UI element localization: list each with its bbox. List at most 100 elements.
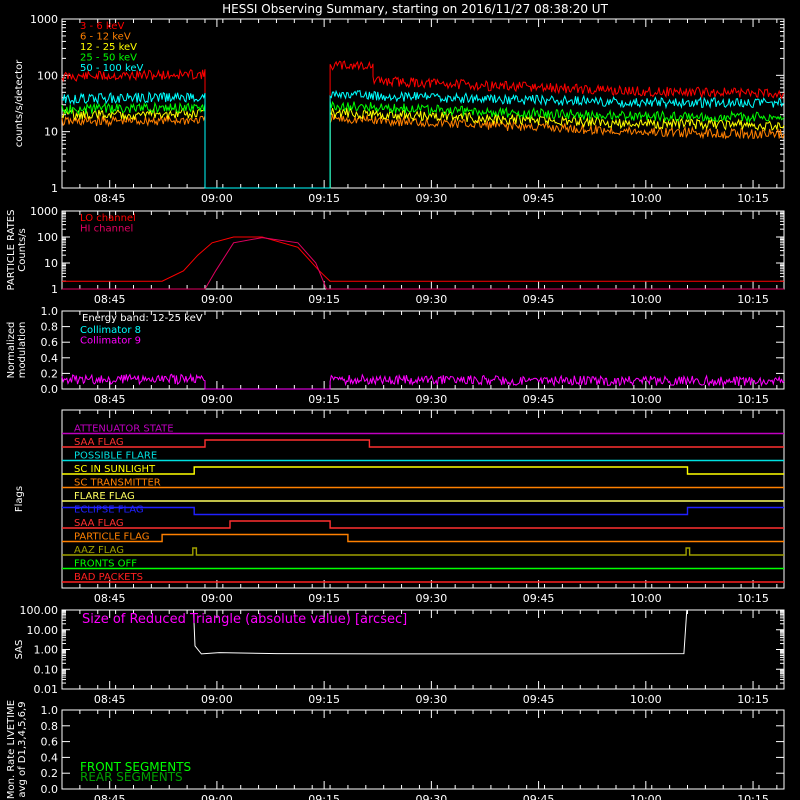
- flag-label: FRONTS OFF: [74, 559, 137, 570]
- y-tick-label: 0.6: [41, 336, 59, 349]
- flag-line: [62, 439, 784, 448]
- x-tick-label: 09:15: [308, 192, 340, 205]
- y-tick-label: 10.00: [27, 624, 59, 637]
- y-tick-label: 1: [51, 283, 58, 296]
- flag-line: [62, 520, 784, 529]
- flag-line: [62, 533, 784, 543]
- x-tick-label: 09:30: [416, 192, 448, 205]
- y-tick-label: 10: [44, 257, 58, 270]
- series-line: [62, 236, 784, 282]
- flag-label: BAD PACKETS: [74, 572, 143, 583]
- y-axis-label: counts/s/detector: [14, 59, 25, 147]
- y-tick-label: 0.0: [41, 783, 59, 796]
- panel-particle-rates: 1 10 100 1000 08:45 09:00 09:15 09:30 09:45 10:00…: [6, 205, 785, 306]
- y-tick-label: 0.6: [41, 736, 59, 749]
- x-tick-label: 09:00: [201, 192, 233, 205]
- x-tick-label: 10:00: [630, 293, 662, 306]
- legend-entry: LO channel: [80, 213, 136, 224]
- x-tick-label: 09:30: [416, 693, 448, 706]
- x-tick-label: 10:00: [630, 393, 662, 406]
- x-tick-label: 10:00: [630, 192, 662, 205]
- x-tick-label: 09:00: [201, 293, 233, 306]
- x-tick-label: 10:15: [737, 293, 769, 306]
- flag-label: SAA FLAG: [74, 437, 124, 448]
- x-tick-label: 09:30: [416, 293, 448, 306]
- flag-label: SAA FLAG: [74, 518, 124, 529]
- y-tick-label: 0.10: [34, 663, 59, 676]
- y-axis-label: SAS: [14, 640, 25, 660]
- x-tick-label: 09:00: [201, 592, 233, 605]
- x-tick-label: 08:45: [94, 592, 126, 605]
- x-tick-label: 09:45: [523, 793, 555, 800]
- flag-label: SC TRANSMITTER: [74, 478, 161, 489]
- x-tick-label: 09:15: [308, 293, 340, 306]
- x-tick-label: 08:45: [94, 192, 126, 205]
- y-tick-label: 0.8: [41, 720, 59, 733]
- flag-label: SC IN SUNLIGHT: [74, 464, 156, 475]
- y-tick-label: 1.00: [34, 644, 59, 657]
- x-tick-label: 08:45: [94, 693, 126, 706]
- x-tick-label: 09:15: [308, 393, 340, 406]
- y-axis-label: avg of D1,3,4,5,6,9: [17, 701, 28, 797]
- x-tick-label: 09:30: [416, 592, 448, 605]
- annotation-label: Size of Reduced Triangle (absolute value…: [82, 612, 407, 627]
- figure-title: HESSI Observing Summary, starting on 201…: [222, 2, 608, 16]
- x-tick-label: 09:45: [523, 693, 555, 706]
- x-tick-label: 08:45: [94, 793, 126, 800]
- x-tick-label: 09:00: [201, 793, 233, 800]
- y-tick-label: 100: [37, 69, 58, 82]
- y-axis-label: Mon. Rate LIVETIME: [6, 700, 17, 799]
- flag-label: AAZ FLAG: [74, 545, 124, 556]
- y-axis-label: PARTICLE RATES: [6, 210, 17, 291]
- legend-entry: 6 - 12 keV: [80, 32, 131, 43]
- x-tick-label: 09:45: [523, 192, 555, 205]
- y-tick-label: 0.8: [41, 321, 59, 334]
- legend-entry: Collimator 8: [80, 325, 141, 336]
- flag-line: [62, 547, 784, 556]
- y-tick-label: 1.0: [41, 305, 59, 318]
- y-axis-label: Counts/s: [17, 228, 28, 272]
- flag-label: POSSIBLE FLARE: [74, 451, 157, 462]
- y-tick-label: 0.4: [41, 352, 59, 365]
- y-tick-label: 1.0: [41, 704, 59, 717]
- x-tick-label: 10:15: [737, 393, 769, 406]
- x-tick-label: 10:15: [737, 793, 769, 800]
- flag-label: FLARE FLAG: [74, 491, 135, 502]
- x-tick-label: 09:45: [523, 592, 555, 605]
- flag-line: [62, 466, 784, 475]
- flag-line: [62, 506, 784, 516]
- y-axis-label: Normalized: [6, 322, 17, 379]
- panel-flags: 08:45 09:00 09:15 09:30 09:45 10:00 10:15 Flags…: [14, 409, 785, 605]
- legend-entry: REAR SEGMENTS: [80, 770, 183, 784]
- x-tick-label: 10:00: [630, 592, 662, 605]
- legend-entry: 25 - 50 keV: [80, 53, 137, 64]
- flag-label: ATTENUATOR STATE: [74, 424, 174, 435]
- x-tick-label: 09:00: [201, 693, 233, 706]
- x-tick-label: 09:45: [523, 293, 555, 306]
- x-tick-label: 09:30: [416, 793, 448, 800]
- panel-modulation: 0.0 0.2 0.4 0.6 0.8 1.0 08:45 09:00 09:15 09:30 09…: [6, 305, 785, 406]
- series-line: [61, 100, 785, 189]
- flag-label: PARTICLE FLAG: [74, 532, 150, 543]
- x-tick-label: 10:15: [737, 192, 769, 205]
- y-tick-label: 100: [37, 231, 58, 244]
- y-axis-label: modulation: [17, 322, 28, 379]
- y-axis-label: Flags: [14, 486, 25, 512]
- y-tick-label: 0.4: [41, 751, 59, 764]
- x-tick-label: 08:45: [94, 393, 126, 406]
- panel-livetime: 0.0 0.2 0.4 0.6 0.8 1.0 08:45 09:00 09:15 09:30 09…: [6, 700, 785, 800]
- y-tick-label: 0.01: [34, 683, 59, 696]
- panel-sas: 0.01 0.10 1.00 10.00 100.00 08:45 09:00 09:15 09…: [14, 604, 785, 706]
- legend-entry: HI channel: [80, 224, 133, 235]
- x-tick-label: 09:45: [523, 393, 555, 406]
- x-tick-label: 10:00: [630, 693, 662, 706]
- series-line: [61, 372, 785, 390]
- legend-entry: Collimator 9: [80, 336, 141, 347]
- y-tick-label: 0.0: [41, 383, 59, 396]
- y-tick-label: 10: [44, 126, 58, 139]
- y-tick-label: 0.2: [41, 767, 59, 780]
- legend-entry: 3 - 6 keV: [80, 21, 124, 32]
- y-tick-label: 1: [51, 182, 58, 195]
- y-tick-label: 1000: [30, 205, 58, 218]
- y-tick-label: 100.00: [20, 604, 59, 617]
